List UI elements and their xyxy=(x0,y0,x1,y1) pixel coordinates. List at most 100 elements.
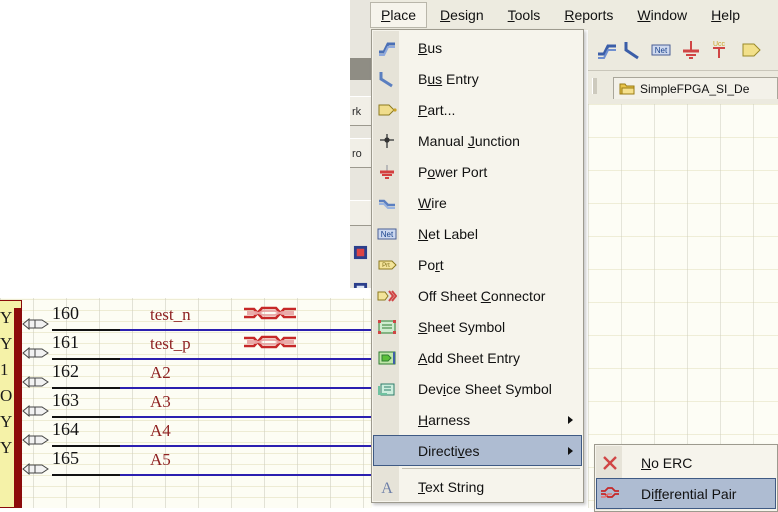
schematic-pin-row[interactable]: 160 test_n xyxy=(22,303,394,331)
pin-io-arrow-icon xyxy=(22,376,49,388)
place-menu-item-add-sheet-entry[interactable]: Add Sheet Entry xyxy=(373,342,582,373)
place-menu-item-label: Directives xyxy=(418,442,480,459)
component-pin-label-2: 1 xyxy=(0,360,9,379)
tab-bar-drag-handle[interactable] xyxy=(592,78,597,94)
panel-icon-blue-2[interactable] xyxy=(353,282,368,288)
vcc-port-tool-icon[interactable]: Ucc xyxy=(708,38,730,62)
directives-submenu[interactable]: No ERC Differential Pair xyxy=(594,444,778,512)
directives-submenu-item-label: No ERC xyxy=(641,454,693,471)
place-menu-item-port[interactable]: Prt Port xyxy=(373,249,582,280)
menubar-item-design[interactable]: Design xyxy=(429,2,495,28)
pin-io-arrow-icon xyxy=(22,434,49,446)
net-label[interactable]: A2 xyxy=(150,363,171,383)
net-label-tool-icon[interactable]: Net xyxy=(650,38,672,62)
wiring-toolbar[interactable]: Net Ucc xyxy=(588,30,778,70)
pin-stub-wire xyxy=(52,445,122,447)
application-window: YY1OYY 160 test_n 161 test_p 162 A2 163 … xyxy=(0,0,778,512)
differential-pair-directive-icon[interactable] xyxy=(242,301,298,327)
place-menu-item-label: Power Port xyxy=(418,163,488,180)
pin-net-wire[interactable] xyxy=(120,474,394,476)
place-menu-item-directives[interactable]: Directives xyxy=(373,435,582,466)
pin-stub-wire xyxy=(52,474,122,476)
place-menu-item-device-sheet-symbol[interactable]: Device Sheet Symbol xyxy=(373,373,582,404)
pin-stub-wire xyxy=(52,358,122,360)
panel-sliver-active-tab[interactable] xyxy=(350,58,371,80)
pin-io-arrow-icon xyxy=(22,463,49,475)
place-menu-item-text-string[interactable]: A Text String xyxy=(373,471,582,502)
bus-icon xyxy=(374,37,400,59)
panel-icon-blue-1[interactable] xyxy=(353,245,368,260)
pin-net-wire[interactable] xyxy=(120,445,394,447)
place-menu-item-off-sheet-connector[interactable]: Off Sheet Connector xyxy=(373,280,582,311)
place-menu-item-label: Bus xyxy=(418,39,443,56)
pin-number: 162 xyxy=(52,361,79,381)
schematic-pin-row[interactable]: 165 A5 xyxy=(22,448,394,476)
differential-pair-directive-icon[interactable] xyxy=(242,330,298,356)
document-tab-simplefpga[interactable]: SimpleFPGA_SI_De xyxy=(613,77,778,99)
place-menu-item-harness[interactable]: Harness xyxy=(373,404,582,435)
no-erc-icon xyxy=(597,452,623,474)
svg-text:Net: Net xyxy=(381,230,394,239)
place-menu-item-power-port[interactable]: Power Port xyxy=(373,156,582,187)
net-label[interactable]: test_n xyxy=(150,305,191,325)
menubar-item-reports[interactable]: Reports xyxy=(553,2,624,28)
pin-number: 165 xyxy=(52,448,79,468)
net-label[interactable]: A5 xyxy=(150,450,171,470)
svg-text:Ucc: Ucc xyxy=(713,41,726,48)
pin-io-arrow-icon xyxy=(22,347,49,359)
place-menu-item-manual-junction[interactable]: Manual Junction xyxy=(373,125,582,156)
place-menu-item-label: Manual Junction xyxy=(418,132,520,149)
menubar-item-window[interactable]: Window xyxy=(626,2,698,28)
pin-number: 164 xyxy=(52,419,79,439)
pin-net-wire[interactable] xyxy=(120,387,394,389)
main-menu-bar[interactable]: Place Design Tools Reports Window Help xyxy=(370,0,778,30)
net-label-icon: Net xyxy=(374,223,400,245)
add-sheet-entry-icon xyxy=(374,347,400,369)
net-label[interactable]: test_p xyxy=(150,334,191,354)
component-pin-label-0: Y xyxy=(0,308,13,327)
port-icon: Prt xyxy=(374,254,400,276)
menu-item-no-icon xyxy=(374,440,400,462)
place-menu-dropdown[interactable]: Bus Bus Entry Part... Manual Junction Power … xyxy=(371,29,584,503)
svg-text:Net: Net xyxy=(655,46,668,55)
menubar-item-help[interactable]: Help xyxy=(700,2,751,28)
power-port-tool-icon[interactable] xyxy=(680,38,702,62)
place-menu-item-net-label[interactable]: Net Net Label xyxy=(373,218,582,249)
place-menu-item-label: Text String xyxy=(418,478,485,495)
submenu-arrow-icon xyxy=(568,446,573,455)
place-menu-item-sheet-symbol[interactable]: Sheet Symbol xyxy=(373,311,582,342)
pin-io-arrow-icon xyxy=(22,405,49,417)
directives-submenu-item-no-erc[interactable]: No ERC xyxy=(596,447,776,478)
menubar-item-tools[interactable]: Tools xyxy=(497,2,552,28)
panel-sliver-tile-3[interactable] xyxy=(350,200,371,226)
bus-tool-icon[interactable] xyxy=(596,38,618,62)
panel-sliver-tile-2[interactable]: ro xyxy=(350,138,371,168)
part-tool-icon[interactable] xyxy=(740,38,762,62)
schematic-pin-row[interactable]: 163 A3 xyxy=(22,390,394,418)
place-menu-item-bus-entry[interactable]: Bus Entry xyxy=(373,63,582,94)
place-menu-item-part[interactable]: Part... xyxy=(373,94,582,125)
schematic-pin-row[interactable]: 161 test_p xyxy=(22,332,394,360)
panel-sliver-tile-1[interactable]: rk xyxy=(350,96,371,126)
menubar-item-place[interactable]: Place xyxy=(370,2,428,28)
pin-net-wire[interactable] xyxy=(120,358,394,360)
directives-submenu-item-differential-pair[interactable]: Differential Pair xyxy=(596,478,776,509)
place-menu-item-wire[interactable]: Wire xyxy=(373,187,582,218)
pin-number: 160 xyxy=(52,303,79,323)
component-pin-label-3: O xyxy=(0,386,13,405)
component-pin-label-1: Y xyxy=(0,334,13,353)
place-menu-item-bus[interactable]: Bus xyxy=(373,32,582,63)
schematic-pin-row[interactable]: 164 A4 xyxy=(22,419,394,447)
net-label[interactable]: A3 xyxy=(150,392,171,412)
net-label[interactable]: A4 xyxy=(150,421,171,441)
schematic-pin-row[interactable]: 162 A2 xyxy=(22,361,394,389)
document-tab-bar[interactable]: SimpleFPGA_SI_De xyxy=(588,70,778,105)
pin-net-wire[interactable] xyxy=(120,416,394,418)
component-pin-label-4: Y xyxy=(0,412,13,431)
menu-item-no-icon xyxy=(374,409,400,431)
docked-panel-sliver[interactable]: rk ro xyxy=(350,0,372,288)
folder-icon xyxy=(619,83,635,95)
pin-stub-wire xyxy=(52,387,122,389)
place-menu-item-label: Sheet Symbol xyxy=(418,318,506,335)
bus-entry-tool-icon[interactable] xyxy=(622,38,644,62)
